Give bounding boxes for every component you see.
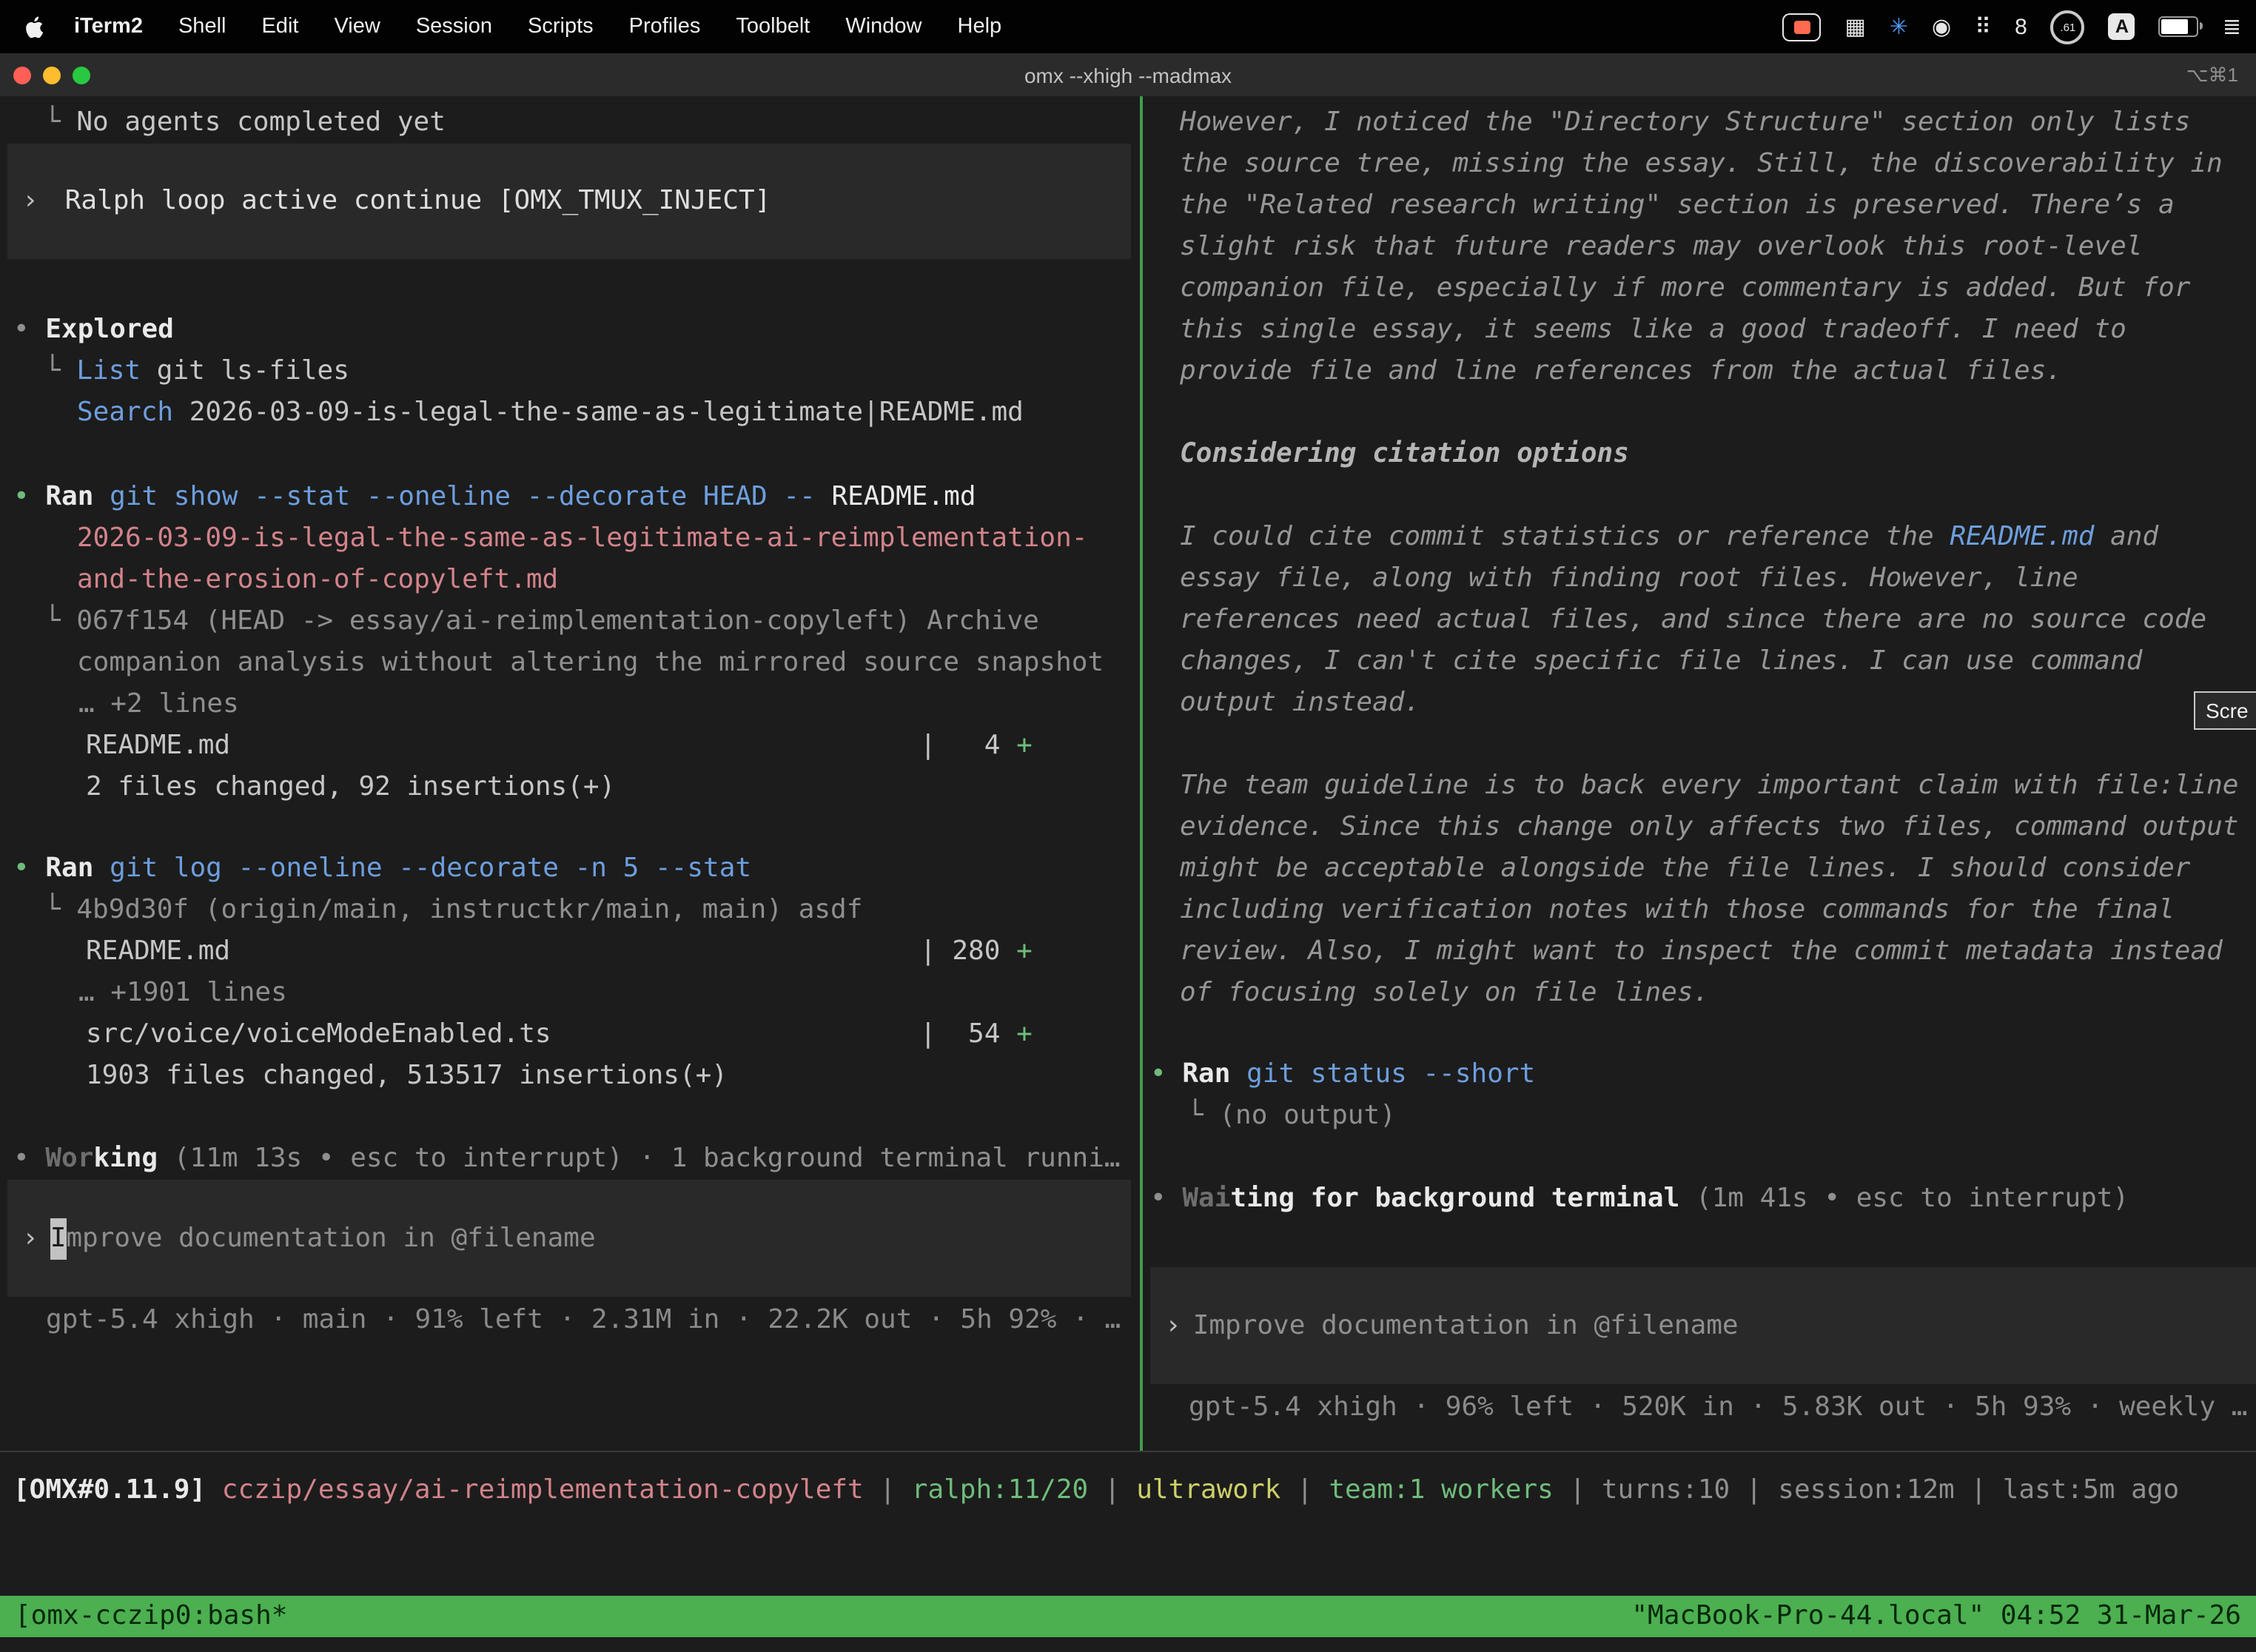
window-title-bar: omx --xhigh --madmax ⌥⌘1 (0, 53, 2256, 96)
zoom-button[interactable] (73, 66, 90, 84)
readme-link[interactable]: README.md (1950, 521, 2094, 552)
pane-divider-vertical[interactable] (1140, 96, 1143, 1451)
dots-grid-icon[interactable]: ⠿ (1975, 13, 1991, 40)
agents-note: └ No agents completed yet (0, 102, 1140, 144)
menu-edit[interactable]: Edit (261, 15, 298, 38)
menu-view[interactable]: View (334, 15, 380, 38)
minimize-button[interactable] (43, 66, 61, 84)
omx-status-bar: [OMX#0.11.9] cczip/essay/ai-reimplementa… (0, 1470, 2256, 1511)
omx-turns: turns:10 (1602, 1474, 1730, 1505)
input-source-icon[interactable]: A (2109, 13, 2135, 40)
ralph-inject-banner: ›Ralph loop active continue [OMX_TMUX_IN… (7, 144, 1131, 259)
disc-icon[interactable]: ◉ (1932, 13, 1951, 40)
commit-message-line-2: companion analysis without altering the … (0, 642, 1140, 684)
more-lines-note-2: … +1901 lines (0, 973, 1140, 1014)
menu-profiles[interactable]: Profiles (629, 15, 701, 38)
tmux-status-bar: [omx-cczip0:bash* "MacBook-Pro-44.local"… (0, 1596, 2256, 1637)
explored-list-line: └ List git ls-files (0, 351, 1140, 392)
working-status-line: • Working (11m 13s • esc to interrupt) ·… (0, 1138, 1140, 1180)
screen-recording-indicator-icon[interactable] (1782, 13, 1821, 41)
terminal-area: └ No agents completed yet ›Ralph loop ac… (0, 96, 2256, 1652)
no-output-line: └ (no output) (1143, 1095, 2256, 1137)
diffstat-line-2: README.md | 280 + (0, 931, 1140, 973)
menu-toolbelt[interactable]: Toolbelt (736, 15, 810, 38)
menu-scripts[interactable]: Scripts (528, 15, 594, 38)
diffstat-summary-2: 1903 files changed, 513517 insertions(+) (0, 1055, 1140, 1097)
window-title: omx --xhigh --madmax (1024, 63, 1232, 87)
menu-app-name[interactable]: iTerm2 (74, 15, 143, 38)
more-lines-note-1: … +2 lines (0, 684, 1140, 725)
menu-session[interactable]: Session (416, 15, 492, 38)
omx-mode: ultrawork (1136, 1474, 1280, 1505)
ran-git-show-line: • Ran git show --stat --oneline --decora… (0, 477, 1140, 518)
tmux-session-window: [omx-cczip0:bash* (15, 1596, 287, 1637)
block-cursor: I (50, 1218, 67, 1259)
battery-gauge-icon[interactable]: .61 (2051, 10, 2085, 44)
pane-divider-horizontal (0, 1451, 2256, 1452)
eight-icon[interactable]: 8 (2015, 14, 2027, 39)
tmux-host-clock: "MacBook-Pro-44.local" 04:52 31-Mar-26 (1631, 1596, 2241, 1637)
model-status-line-left: gpt-5.4 xhigh · main · 91% left · 2.31M … (0, 1300, 1140, 1341)
menu-bar-status-icons: ▦ ✳ ◉ ⠿ 8 .61 A ≣ (1782, 10, 2241, 44)
omx-branch-path: cczip/essay/ai-reimplementation-copyleft (222, 1474, 864, 1505)
diffstat-summary-1: 2 files changed, 92 insertions(+) (0, 767, 1140, 808)
tmux-pane-left: └ No agents completed yet ›Ralph loop ac… (0, 96, 1140, 1457)
reasoning-paragraph-1: However, I noticed the "Directory Struct… (1143, 102, 2249, 392)
prompt-input-left[interactable]: ›Improve documentation in @filename (7, 1180, 1131, 1297)
battery-fill (2162, 19, 2188, 34)
waiting-status-line: • Waiting for background terminal (1m 41… (1143, 1178, 2256, 1220)
diffstat-line-3: src/voice/voiceModeEnabled.ts | 54 + (0, 1014, 1140, 1055)
ran-git-log-line: • Ran git log --oneline --decorate -n 5 … (0, 848, 1140, 890)
reasoning-paragraph-3: The team guideline is to back every impo… (1143, 765, 2249, 1014)
macos-menu-bar: iTerm2 Shell Edit View Session Scripts P… (0, 0, 2256, 53)
traffic-lights (13, 53, 90, 96)
omx-team: team:1 workers (1329, 1474, 1553, 1505)
commit-message-line-1: └ 067f154 (HEAD -> essay/ai-reimplementa… (0, 601, 1140, 642)
prompt-input-right[interactable]: ›Improve documentation in @filename (1150, 1267, 2256, 1384)
essay-filename-line-1: 2026-03-09-is-legal-the-same-as-legitima… (0, 518, 1140, 560)
menu-window[interactable]: Window (845, 15, 921, 38)
omx-ralph-counter: ralph:11/20 (912, 1474, 1088, 1505)
ran-git-status-line: • Ran git status --short (1143, 1054, 2256, 1095)
reasoning-paragraph-2: I could cite commit statistics or refere… (1143, 517, 2249, 724)
screen-share-button[interactable]: Scre (2194, 691, 2256, 730)
apple-logo-icon[interactable] (24, 14, 44, 39)
explored-header: • Explored (0, 309, 1140, 351)
model-status-line-right: gpt-5.4 xhigh · 96% left · 520K in · 5.8… (1143, 1387, 2256, 1428)
menu-shell[interactable]: Shell (178, 15, 226, 38)
spark-icon[interactable]: ✳ (1890, 13, 1908, 40)
diffstat-line-1: README.md | 4 + (0, 725, 1140, 767)
reasoning-heading: Considering citation options (1143, 434, 2256, 475)
recording-dot (1793, 20, 1810, 33)
essay-filename-line-2: and-the-erosion-of-copyleft.md (0, 560, 1140, 601)
window-shortcut-badge: ⌥⌘1 (2186, 63, 2238, 87)
omx-session: session:12m (1778, 1474, 1954, 1505)
explored-search-line: Search 2026-03-09-is-legal-the-same-as-l… (0, 392, 1140, 434)
omx-last: last:5m ago (2003, 1474, 2179, 1505)
grid-icon[interactable]: ▦ (1844, 13, 1865, 40)
menu-help[interactable]: Help (958, 15, 1002, 38)
close-button[interactable] (13, 66, 31, 84)
battery-icon[interactable] (2159, 16, 2199, 37)
tmux-pane-right: However, I noticed the "Directory Struct… (1143, 96, 2256, 1457)
menu-lines-icon[interactable]: ≣ (2223, 13, 2241, 40)
log-commit-line: └ 4b9d30f (origin/main, instructkr/main,… (0, 890, 1140, 931)
